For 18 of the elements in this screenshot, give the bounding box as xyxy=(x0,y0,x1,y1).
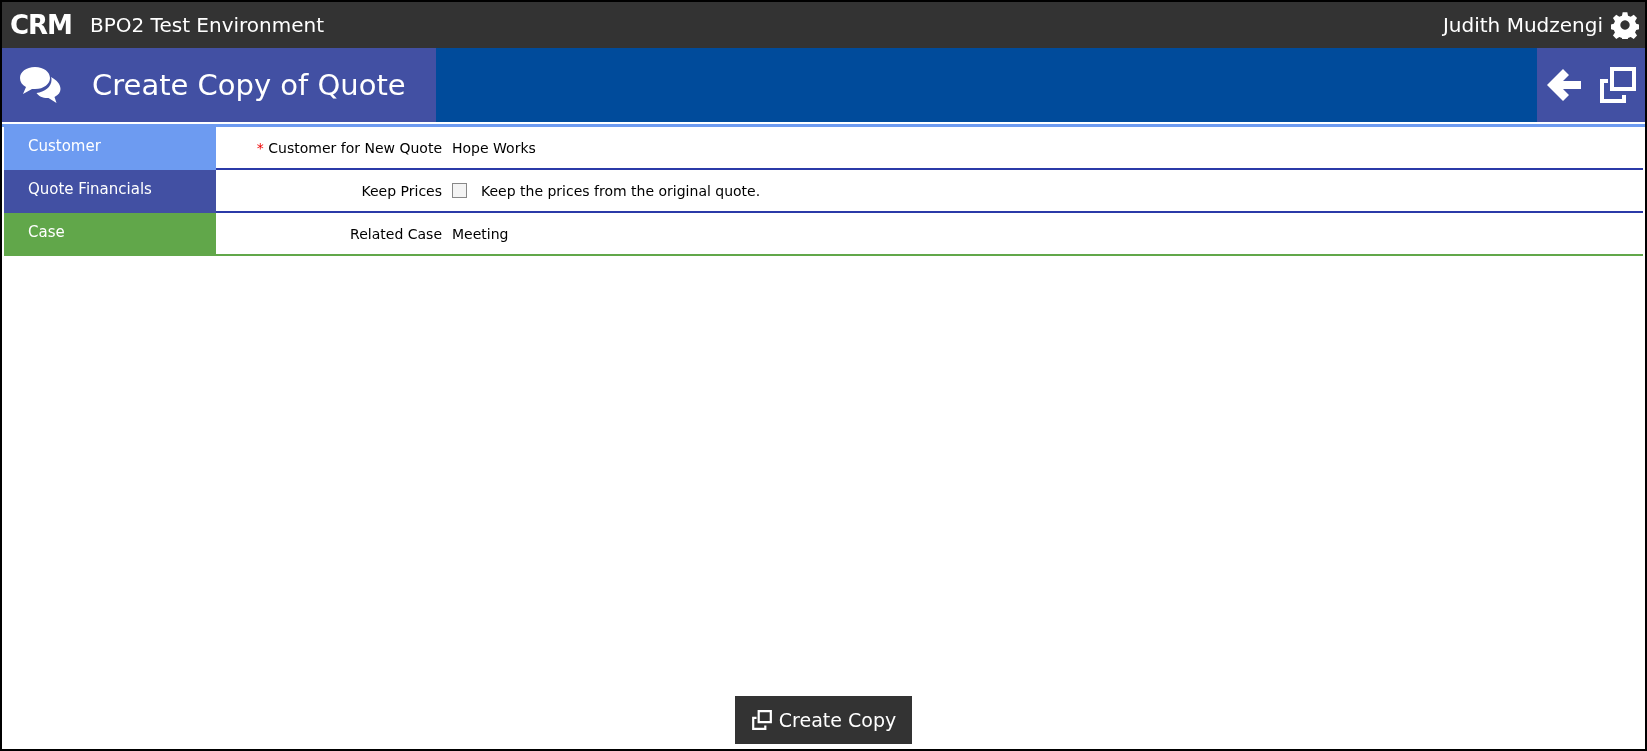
settings-icon[interactable] xyxy=(1611,11,1639,39)
section-tab[interactable]: Quote Financials xyxy=(4,170,216,213)
field-value: Keep the prices from the original quote. xyxy=(481,182,761,199)
user-name[interactable]: Judith Mudzengi xyxy=(1442,13,1603,37)
copy-icon xyxy=(750,709,773,731)
environment-name: BPO2 Test Environment xyxy=(90,13,326,37)
page-title: Create Copy of Quote xyxy=(92,68,406,102)
field-value: Hope Works xyxy=(452,139,536,156)
copy-icon xyxy=(1597,65,1638,105)
field-label: Related Case xyxy=(350,225,442,242)
chat-bubbles-icon xyxy=(18,65,62,105)
create-copy-button[interactable]: Create Copy xyxy=(734,696,913,744)
field-value: Meeting xyxy=(452,225,509,242)
required-marker: * xyxy=(256,139,264,156)
field-label: Customer for New Quote xyxy=(268,139,442,156)
crm-logo: CRM xyxy=(10,10,72,40)
checkbox[interactable] xyxy=(452,183,467,198)
field-label: Keep Prices xyxy=(361,182,442,199)
